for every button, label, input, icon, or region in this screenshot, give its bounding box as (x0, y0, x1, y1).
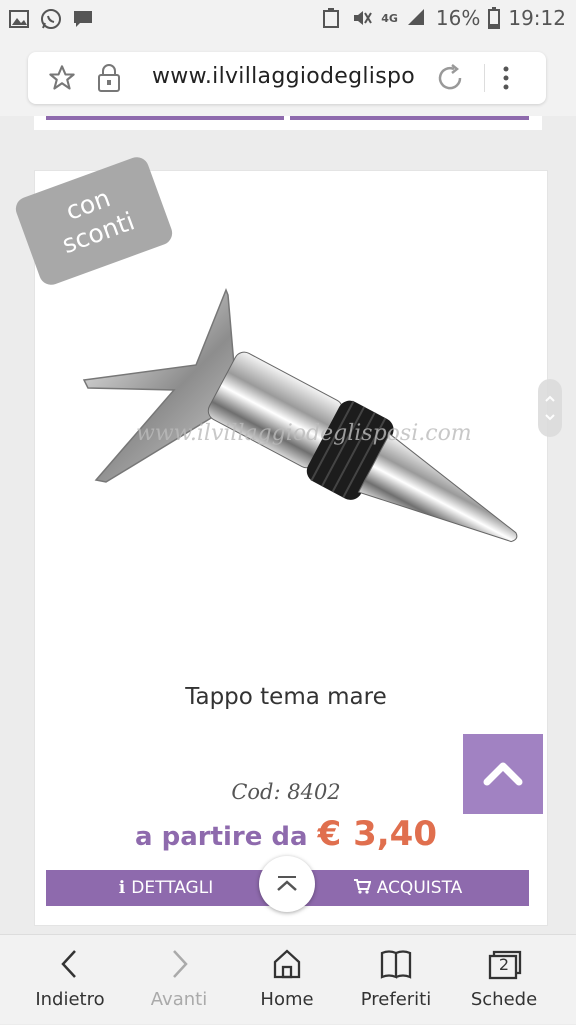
home-label: Home (260, 989, 314, 1010)
cart-icon (353, 878, 372, 899)
battery-icon (488, 7, 501, 29)
url-text[interactable]: www.ilvillaggiodeglispo (152, 64, 415, 89)
price-line: a partire da € 3,40 (34, 814, 538, 854)
chevron-up-icon (483, 762, 523, 786)
tabs-button[interactable]: 2 Schede (449, 935, 559, 1025)
previous-details-button[interactable] (46, 116, 284, 120)
forward-button[interactable]: Avanti (124, 935, 234, 1025)
product-image[interactable]: www.ilvillaggiodeglisposi.com (66, 270, 526, 630)
signal-icon (406, 7, 428, 29)
browser-bottom-nav: Indietro Avanti Home Preferiti 2 Schede (0, 934, 576, 1024)
nfc-icon (321, 7, 343, 29)
whatsapp-icon (40, 8, 62, 30)
page-scroll-handle[interactable] (538, 379, 562, 437)
scroll-to-top-button[interactable] (463, 734, 543, 814)
network-label: 4G (381, 11, 398, 25)
clock: 19:12 (508, 6, 566, 30)
home-button[interactable]: Home (232, 935, 342, 1025)
price-value: € 3,40 (317, 814, 437, 854)
buy-label: ACQUISTA (376, 878, 463, 898)
bookmark-star-icon[interactable] (48, 64, 76, 96)
message-icon (72, 8, 94, 30)
collapse-icon (277, 876, 297, 891)
tabs-label: Schede (470, 989, 538, 1010)
lock-icon (96, 63, 122, 97)
back-label: Indietro (35, 989, 105, 1010)
bookmarks-button[interactable]: Preferiti (341, 935, 451, 1025)
chevron-right-icon (173, 950, 188, 978)
more-menu-icon[interactable] (500, 64, 512, 96)
info-icon: ℹ (118, 878, 126, 898)
image-icon (8, 8, 30, 30)
back-button[interactable]: Indietro (15, 935, 125, 1025)
chevron-left-icon (61, 950, 76, 978)
buy-button[interactable]: ACQUISTA (286, 870, 529, 906)
collapse-toolbar-button[interactable] (259, 856, 315, 912)
home-icon (273, 949, 301, 979)
address-bar[interactable]: www.ilvillaggiodeglispo (28, 52, 546, 104)
bookmarks-label: Preferiti (360, 989, 432, 1010)
price-prefix: a partire da (135, 822, 308, 852)
browser-toolbar: www.ilvillaggiodeglispo (0, 40, 576, 116)
battery-percent: 16% (435, 6, 481, 30)
forward-label: Avanti (150, 989, 208, 1010)
tab-count: 2 (498, 955, 510, 974)
details-label: DETTAGLI (131, 878, 214, 898)
status-bar: 4G 16% 19:12 (0, 0, 576, 40)
product-title[interactable]: Tappo tema mare (34, 684, 538, 710)
previous-buy-button[interactable] (290, 116, 529, 120)
bookmarks-icon (380, 950, 412, 979)
reload-icon[interactable] (434, 62, 466, 98)
mute-icon (351, 7, 373, 29)
previous-card-footer (34, 116, 542, 130)
toolbar-divider (484, 64, 485, 92)
product-watermark: www.ilvillaggiodeglisposi.com (136, 421, 472, 446)
details-button[interactable]: ℹ DETTAGLI (46, 870, 286, 906)
